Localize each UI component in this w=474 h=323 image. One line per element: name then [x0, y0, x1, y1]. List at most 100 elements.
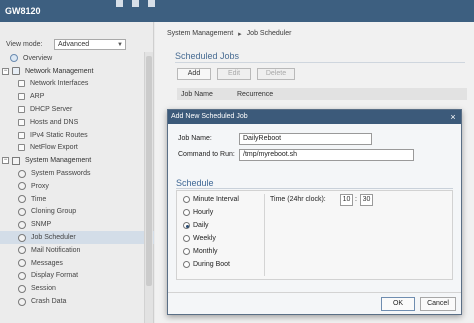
app-title: GW8120 [5, 6, 41, 16]
column-header[interactable]: Job Name [177, 91, 233, 98]
add-job-dialog: Add New Scheduled Job × Job Name: DailyR… [167, 109, 462, 315]
breadcrumb-separator-icon: ▸ [238, 31, 242, 38]
sidebar-item-system-passwords[interactable]: System Passwords [0, 167, 154, 180]
sidebar-item-label: Mail Notification [31, 246, 81, 254]
radio-icon[interactable] [183, 196, 190, 203]
collapse-icon[interactable]: − [2, 157, 9, 165]
column-header[interactable]: Recurrence [233, 91, 273, 98]
breadcrumb-item[interactable]: System Management [167, 30, 233, 38]
sidebar-scrollbar[interactable] [144, 52, 153, 323]
dialog-footer-divider [168, 292, 461, 293]
radio-minute-interval[interactable]: Minute Interval [183, 196, 239, 203]
radio-daily[interactable]: Daily [183, 222, 209, 229]
radio-monthly[interactable]: Monthly [183, 248, 218, 255]
radio-hourly[interactable]: Hourly [183, 209, 213, 216]
add-button[interactable]: Add [177, 68, 211, 80]
radio-icon[interactable] [183, 235, 190, 242]
dialog-title: Add New Scheduled Job [168, 110, 461, 124]
command-label: Command to Run: [178, 151, 235, 158]
radio-label: During Boot [193, 261, 230, 268]
sidebar-item-dhcp-server[interactable]: DHCP Server [0, 103, 154, 116]
radio-icon[interactable] [183, 261, 190, 268]
radio-selected-icon[interactable] [183, 222, 190, 229]
sidebar-item-label: IPv4 Static Routes [30, 131, 88, 139]
time-separator: : [355, 196, 357, 203]
sidebar-item-network-interfaces[interactable]: Network Interfaces [0, 78, 154, 91]
sidebar-item-label: System Management [25, 157, 92, 165]
network-node-icon [18, 106, 25, 114]
sidebar-item-netflow-export[interactable]: NetFlow Export [0, 142, 154, 155]
delete-button[interactable]: Delete [257, 68, 295, 80]
radio-during-boot[interactable]: During Boot [183, 261, 230, 268]
sidebar-item-label: Network Interfaces [30, 80, 89, 88]
sidebar-item-messages[interactable]: Messages [0, 257, 154, 270]
view-mode-select[interactable]: Advanced ▼ [54, 39, 126, 50]
sidebar-item-label: Session [31, 285, 56, 293]
toolbar-icons [116, 0, 155, 7]
nav-tree: Overview − Network Management Network In… [0, 52, 154, 308]
gear-icon [18, 259, 26, 268]
network-node-icon [18, 131, 25, 139]
overview-icon [10, 54, 18, 63]
network-node-icon [18, 80, 25, 88]
sidebar-item-label: Hosts and DNS [30, 118, 79, 126]
collapse-icon[interactable]: − [2, 67, 9, 75]
radio-icon[interactable] [183, 209, 190, 216]
gear-icon [18, 284, 26, 293]
sidebar-item-label: Proxy [31, 182, 49, 190]
sidebar-item-ipv4-static-routes[interactable]: IPv4 Static Routes [0, 129, 154, 142]
radio-label: Minute Interval [193, 196, 239, 203]
sidebar-item-label: SNMP [31, 221, 52, 229]
close-icon[interactable]: × [448, 112, 458, 122]
sidebar-item-label: Network Management [25, 67, 94, 75]
sidebar-item-cloning-group[interactable]: Cloning Group [0, 206, 154, 219]
command-field[interactable]: /tmp/myreboot.sh [239, 149, 414, 161]
job-name-label: Job Name: [178, 135, 212, 142]
sidebar-item-job-scheduler[interactable]: Job Scheduler [0, 231, 154, 244]
gear-icon [18, 195, 26, 204]
sidebar-item-label: Messages [31, 259, 63, 267]
sidebar-item-label: System Passwords [31, 170, 91, 178]
time-hour-field[interactable]: 10 [340, 194, 353, 206]
section-title: Scheduled Jobs [175, 51, 240, 61]
cancel-button[interactable]: Cancel [420, 297, 456, 311]
sidebar-item-label: Job Scheduler [31, 234, 76, 242]
edit-button[interactable]: Edit [217, 68, 251, 80]
network-node-icon [18, 118, 25, 126]
ok-button[interactable]: OK [381, 297, 415, 311]
view-mode-value: Advanced [58, 41, 90, 48]
sidebar-item-label: Overview [23, 54, 53, 62]
system-icon [12, 156, 20, 165]
sidebar-item-label: Time [31, 195, 47, 203]
sidebar-group-system-management[interactable]: − System Management [0, 154, 154, 167]
schedule-divider [176, 188, 453, 189]
radio-icon[interactable] [183, 248, 190, 255]
gear-icon [18, 297, 26, 306]
button-row: Add Edit Delete [177, 68, 295, 80]
sidebar-item-arp[interactable]: ARP [0, 90, 154, 103]
radio-weekly[interactable]: Weekly [183, 235, 216, 242]
sidebar-item-hosts-and-dns[interactable]: Hosts and DNS [0, 116, 154, 129]
sidebar-item-crash-data[interactable]: Crash Data [0, 295, 154, 308]
radio-label: Monthly [193, 248, 218, 255]
chevron-down-icon: ▼ [117, 42, 123, 48]
sidebar-item-time[interactable]: Time [0, 193, 154, 206]
sidebar-item-mail-notification[interactable]: Mail Notification [0, 244, 154, 257]
sidebar-item-label: DHCP Server [30, 106, 73, 114]
sidebar-item-session[interactable]: Session [0, 282, 154, 295]
refresh-icon[interactable] [132, 0, 139, 7]
sidebar-item-snmp[interactable]: SNMP [0, 218, 154, 231]
sidebar-group-network-management[interactable]: − Network Management [0, 65, 154, 78]
gear-icon [18, 169, 26, 178]
sidebar-item-overview[interactable]: Overview [0, 52, 154, 65]
sidebar-item-display-format[interactable]: Display Format [0, 270, 154, 283]
tools-icon[interactable] [116, 0, 123, 7]
gear-icon [18, 207, 26, 216]
job-name-field[interactable]: DailyReboot [239, 133, 372, 145]
sidebar-item-proxy[interactable]: Proxy [0, 180, 154, 193]
page-icon[interactable] [148, 0, 155, 7]
gear-icon [18, 220, 26, 229]
time-minute-field[interactable]: 30 [360, 194, 373, 206]
sidebar-item-label: Cloning Group [31, 208, 77, 216]
scrollbar-thumb[interactable] [146, 56, 152, 286]
